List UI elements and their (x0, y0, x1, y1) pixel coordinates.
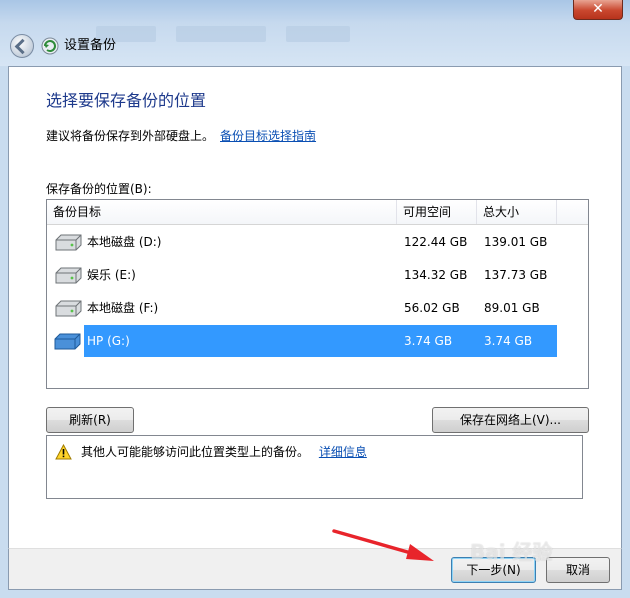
list-item-f[interactable]: 本地磁盘 (F:) 56.02 GB 89.01 GB (47, 292, 557, 324)
dialog-content: 选择要保存备份的位置 建议将备份保存到外部硬盘上。 备份目标选择指南 保存备份的位… (8, 66, 622, 548)
warning-text: 其他人可能能够访问此位置类型上的备份。 (81, 445, 310, 459)
column-header-target[interactable]: 备份目标 (47, 200, 397, 224)
save-on-network-button[interactable]: 保存在网络上(V)... (432, 407, 589, 433)
usb-drive-icon (54, 333, 81, 350)
total-size: 3.74 GB (484, 334, 533, 348)
drive-name: 娱乐 (E:) (87, 268, 136, 282)
back-button[interactable] (10, 34, 34, 58)
column-header-total[interactable]: 总大小 (477, 200, 557, 224)
free-space: 3.74 GB (404, 334, 453, 348)
hard-drive-icon (55, 267, 82, 284)
guide-link[interactable]: 备份目标选择指南 (220, 129, 316, 143)
list-item-e[interactable]: 娱乐 (E:) 134.32 GB 137.73 GB (47, 259, 557, 291)
backup-app-icon (41, 37, 59, 55)
window-frame (0, 0, 630, 66)
warning-panel: 其他人可能能够访问此位置类型上的备份。 详细信息 (46, 435, 583, 499)
list-item-d[interactable]: 本地磁盘 (D:) 122.44 GB 139.01 GB (47, 226, 557, 258)
list-header: 备份目标 可用空间 总大小 (47, 200, 588, 225)
free-space: 134.32 GB (404, 268, 468, 282)
description-text: 建议将备份保存到外部硬盘上。 (46, 129, 215, 143)
page-heading: 选择要保存备份的位置 (46, 91, 207, 110)
window-title: 设置备份 (64, 38, 117, 53)
hard-drive-icon (55, 300, 82, 317)
column-header-free[interactable]: 可用空间 (397, 200, 477, 224)
close-icon: ✕ (592, 1, 604, 17)
drive-name: HP (G:) (87, 334, 130, 348)
cancel-button[interactable]: 取消 (546, 557, 610, 583)
total-size: 89.01 GB (484, 301, 540, 315)
blurred-address-segment (176, 26, 266, 42)
details-link[interactable]: 详细信息 (319, 445, 367, 459)
next-button[interactable]: 下一步(N) (451, 557, 536, 583)
list-label: 保存备份的位置(B): (46, 182, 152, 196)
backup-target-list[interactable]: 备份目标 可用空间 总大小 本地磁盘 (D:) 122.44 GB 139.01… (46, 199, 589, 389)
warning-icon (55, 444, 72, 460)
drive-name: 本地磁盘 (D:) (87, 235, 162, 249)
warning-line: 其他人可能能够访问此位置类型上的备份。 详细信息 (81, 444, 367, 460)
hard-drive-icon (55, 234, 82, 251)
free-space: 56.02 GB (404, 301, 460, 315)
refresh-button[interactable]: 刷新(R) (46, 407, 134, 433)
free-space: 122.44 GB (404, 235, 468, 249)
total-size: 137.73 GB (484, 268, 548, 282)
list-item-g-selected[interactable]: HP (G:) 3.74 GB 3.74 GB (84, 325, 557, 357)
close-button[interactable]: ✕ (573, 0, 623, 20)
blurred-address-segment (286, 26, 350, 42)
description-line: 建议将备份保存到外部硬盘上。 备份目标选择指南 (46, 127, 316, 144)
total-size: 139.01 GB (484, 235, 548, 249)
drive-name: 本地磁盘 (F:) (87, 301, 159, 315)
